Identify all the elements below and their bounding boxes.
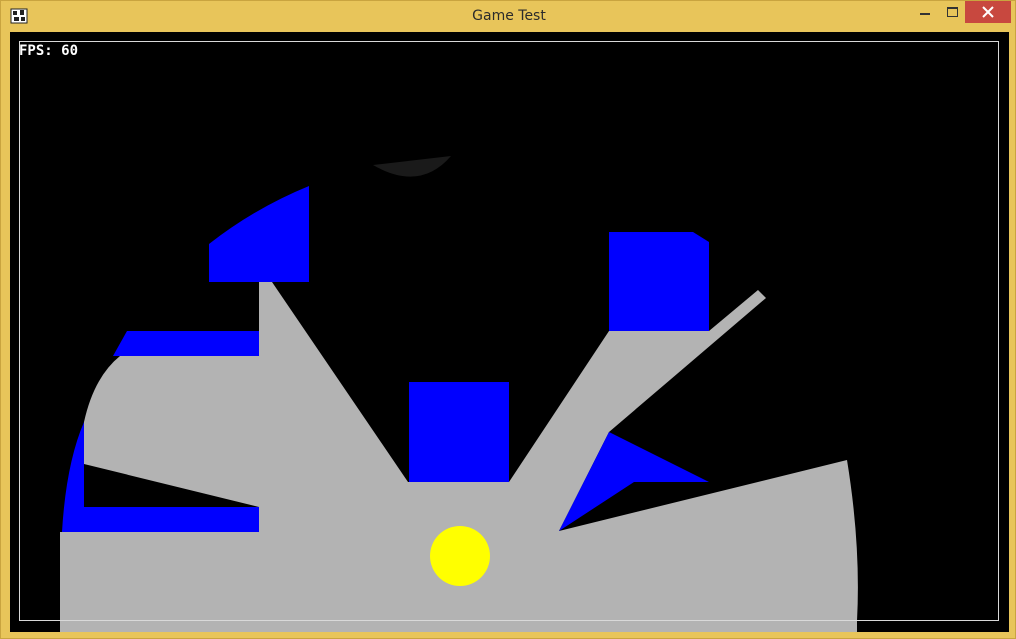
game-window: Game Test FPS: 60	[0, 0, 1016, 639]
close-button[interactable]	[965, 1, 1011, 23]
player-ball	[430, 526, 490, 586]
minimize-icon	[920, 13, 930, 15]
wall-top-left	[209, 186, 309, 282]
close-icon	[982, 6, 994, 18]
maximize-icon	[947, 7, 958, 17]
wall-top-right	[609, 232, 709, 331]
shadow-arc	[373, 156, 451, 177]
game-scene	[60, 156, 858, 632]
wall-center-block	[409, 382, 509, 482]
fps-counter: FPS: 60	[19, 43, 79, 59]
game-canvas[interactable]: FPS: 60	[10, 32, 1009, 632]
maximize-button[interactable]	[939, 1, 965, 23]
title-bar[interactable]: Game Test	[1, 1, 1016, 31]
window-title: Game Test	[472, 8, 546, 24]
wall-left-upper	[113, 331, 259, 356]
minimize-button[interactable]	[911, 1, 939, 23]
